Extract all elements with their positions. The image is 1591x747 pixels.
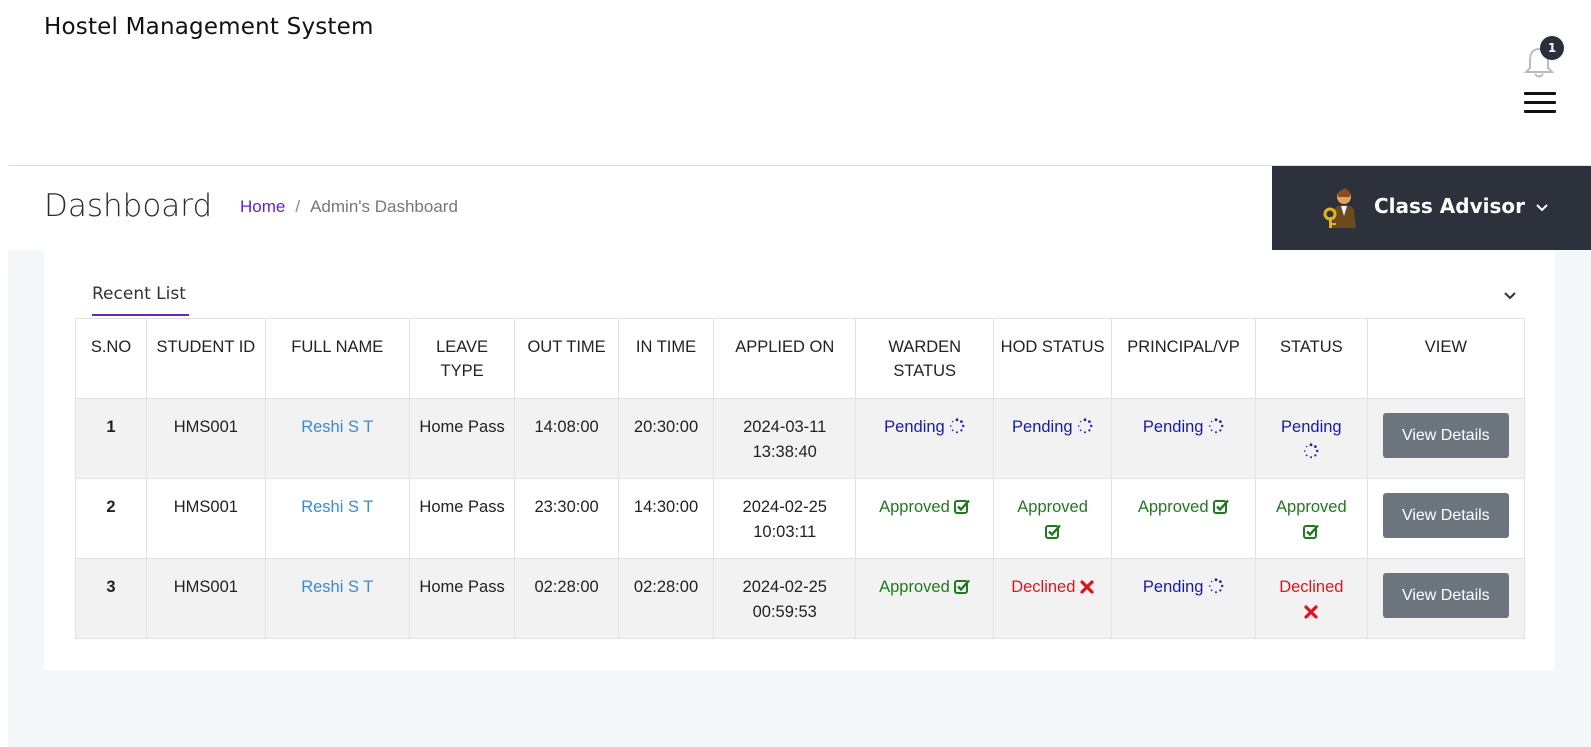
- breadcrumb: Home / Admin's Dashboard: [240, 197, 458, 217]
- cell-status: Declined: [1255, 558, 1368, 639]
- cell-out-time: 02:28:00: [514, 558, 619, 639]
- check-square-icon: [1213, 499, 1230, 514]
- hamburger-icon[interactable]: [1524, 92, 1556, 114]
- status-label: Approved: [1276, 498, 1347, 516]
- status-label: Approved: [879, 578, 950, 596]
- breadcrumb-separator: /: [295, 197, 301, 216]
- cell-in-time: 02:28:00: [617, 558, 715, 639]
- status-label: Pending: [884, 418, 945, 436]
- cell-principal-status: Pending: [1110, 398, 1257, 479]
- column-header: S.NO: [74, 318, 148, 399]
- x-mark-icon: [1304, 605, 1318, 619]
- cell-full-name: Reshi S T: [264, 478, 410, 559]
- view-details-button[interactable]: View Details: [1382, 413, 1509, 458]
- page-title: Dashboard: [44, 188, 213, 224]
- top-navbar: Hostel Management System 1: [0, 0, 1591, 166]
- column-header: STATUS: [1255, 318, 1368, 399]
- user-key-avatar-icon: [1323, 188, 1356, 228]
- status-label: Pending: [1012, 418, 1073, 436]
- cell-full-name: Reshi S T: [264, 558, 410, 639]
- cell-leave-type: Home Pass: [408, 558, 516, 639]
- cell-leave-type: Home Pass: [408, 398, 516, 479]
- table-header-row: S.NO STUDENT ID FULL NAME LEAVE TYPE OUT…: [74, 318, 1526, 399]
- status-label: Pending: [1142, 578, 1204, 596]
- cell-warden-status: Approved: [855, 478, 995, 559]
- view-details-button[interactable]: View Details: [1382, 573, 1509, 618]
- cell-sno: 3: [74, 558, 148, 639]
- column-header: PRINCIPAL/VP: [1110, 318, 1257, 399]
- chevron-down-icon: [1536, 204, 1548, 212]
- student-name-link[interactable]: Reshi S T: [301, 498, 373, 516]
- status-label: Approved: [1017, 498, 1088, 516]
- spinner-icon: [1304, 443, 1319, 459]
- status-label: Pending: [1142, 418, 1204, 436]
- column-header: LEAVE TYPE: [408, 318, 516, 399]
- cell-hod-status: Declined: [993, 558, 1112, 639]
- cell-view: View Details: [1366, 558, 1526, 639]
- cell-principal-status: Approved: [1110, 478, 1257, 559]
- column-header: VIEW: [1366, 318, 1526, 399]
- check-square-icon: [1044, 524, 1061, 539]
- status-label: Declined: [1011, 578, 1076, 596]
- student-name-link[interactable]: Reshi S T: [301, 418, 373, 436]
- cell-applied-on: 2024-03-11 13:38:40: [713, 398, 857, 479]
- cell-student-id: HMS001: [146, 558, 266, 639]
- student-name-link[interactable]: Reshi S T: [301, 578, 373, 596]
- cell-hod-status: Approved: [993, 478, 1112, 559]
- cell-leave-type: Home Pass: [408, 478, 516, 559]
- spinner-icon: [1209, 578, 1224, 594]
- check-square-icon: [954, 579, 971, 594]
- check-square-icon: [954, 499, 971, 514]
- cell-warden-status: Approved: [855, 558, 995, 639]
- app-title: Hostel Management System: [44, 14, 374, 40]
- cell-out-time: 23:30:00: [514, 478, 619, 559]
- breadcrumb-home-link[interactable]: Home: [240, 197, 285, 217]
- spinner-icon: [1209, 418, 1224, 434]
- status-label: Pending: [1281, 418, 1342, 436]
- role-name: Class Advisor: [1374, 194, 1525, 218]
- cell-principal-status: Pending: [1110, 558, 1257, 639]
- cell-applied-on: 2024-02-25 00:59:53: [713, 558, 857, 639]
- cell-sno: 1: [74, 398, 148, 479]
- cell-in-time: 20:30:00: [617, 398, 715, 479]
- cell-view: View Details: [1366, 398, 1526, 479]
- column-header: OUT TIME: [514, 318, 619, 399]
- cell-student-id: HMS001: [146, 478, 266, 559]
- spinner-icon: [950, 418, 965, 434]
- notification-badge: 1: [1540, 36, 1564, 60]
- spinner-icon: [1078, 418, 1093, 434]
- table-row: 2 HMS001 Reshi S T Home Pass 23:30:00 14…: [74, 478, 1526, 559]
- status-label: Declined: [1279, 578, 1344, 596]
- cell-student-id: HMS001: [146, 398, 266, 479]
- status-label: Approved: [879, 498, 950, 516]
- chevron-down-icon[interactable]: [1502, 288, 1518, 304]
- cell-out-time: 14:08:00: [514, 398, 619, 479]
- column-header: APPLIED ON: [713, 318, 857, 399]
- cell-status: Approved: [1255, 478, 1368, 559]
- leave-table: S.NO STUDENT ID FULL NAME LEAVE TYPE OUT…: [74, 318, 1526, 639]
- column-header: FULL NAME: [264, 318, 410, 399]
- cell-hod-status: Pending: [993, 398, 1112, 479]
- cell-full-name: Reshi S T: [264, 398, 410, 479]
- role-dropdown[interactable]: Class Advisor: [1272, 166, 1591, 250]
- cell-in-time: 14:30:00: [617, 478, 715, 559]
- column-header: STUDENT ID: [146, 318, 266, 399]
- x-mark-icon: [1080, 580, 1094, 594]
- breadcrumb-current: Admin's Dashboard: [310, 197, 458, 216]
- status-label: Approved: [1137, 498, 1209, 516]
- tab-recent-list[interactable]: Recent List: [92, 284, 189, 316]
- table-row: 1 HMS001 Reshi S T Home Pass 14:08:00 20…: [74, 398, 1526, 479]
- column-header: HOD STATUS: [993, 318, 1112, 399]
- cell-warden-status: Pending: [855, 398, 995, 479]
- column-header: IN TIME: [617, 318, 715, 399]
- cell-status: Pending: [1255, 398, 1368, 479]
- cell-sno: 2: [74, 478, 148, 559]
- column-header: WARDEN STATUS: [855, 318, 995, 399]
- cell-applied-on: 2024-02-25 10:03:11: [713, 478, 857, 559]
- table-row: 3 HMS001 Reshi S T Home Pass 02:28:00 02…: [74, 558, 1526, 639]
- check-square-icon: [1303, 524, 1320, 539]
- recent-list-card: Recent List S.NO STUDENT ID FULL NAME LE…: [44, 250, 1555, 670]
- view-details-button[interactable]: View Details: [1382, 493, 1509, 538]
- cell-view: View Details: [1366, 478, 1526, 559]
